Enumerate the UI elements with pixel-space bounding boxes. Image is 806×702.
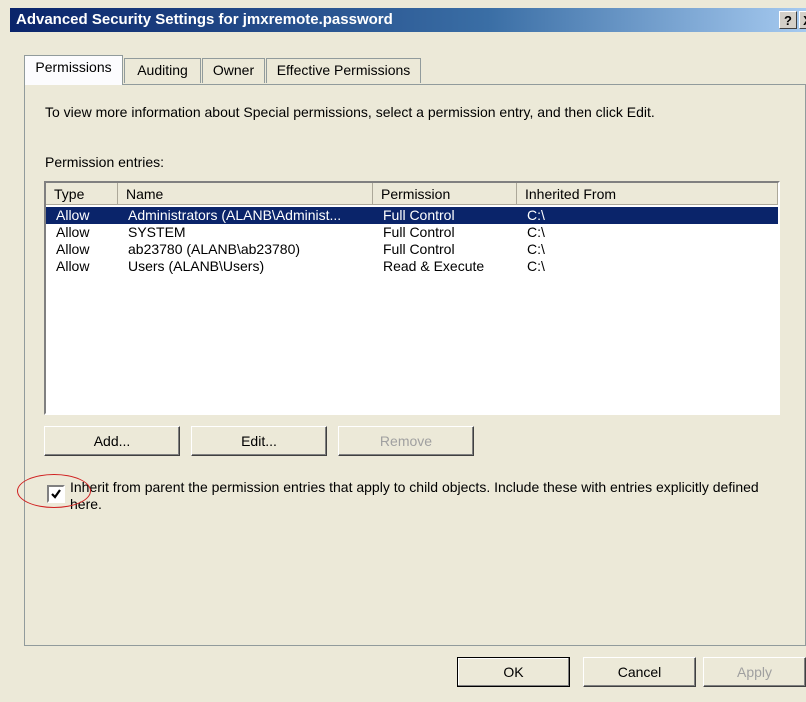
entry-inherited-from: C:\ xyxy=(527,258,545,274)
entry-inherited-from: C:\ xyxy=(527,224,545,240)
close-button[interactable]: X xyxy=(799,11,806,29)
entry-inherited-from: C:\ xyxy=(527,207,545,223)
entry-type: Allow xyxy=(56,241,90,257)
inherit-checkbox-label[interactable]: Inherit from parent the permission entri… xyxy=(70,479,790,513)
list-item[interactable]: Allow ab23780 (ALANB\ab23780) Full Contr… xyxy=(46,241,778,258)
security-settings-dialog: Advanced Security Settings for jmxremote… xyxy=(0,0,806,702)
entry-permission: Full Control xyxy=(383,224,455,240)
entry-name: SYSTEM xyxy=(128,224,186,240)
permission-entries-label: Permission entries: xyxy=(45,154,165,170)
cancel-button[interactable]: Cancel xyxy=(583,657,696,687)
entry-type: Allow xyxy=(56,258,90,274)
entry-inherited-from: C:\ xyxy=(527,241,545,257)
tab-permissions[interactable]: Permissions xyxy=(24,55,123,85)
help-button[interactable]: ? xyxy=(779,11,797,29)
column-header-permission[interactable]: Permission xyxy=(373,183,517,205)
title-bar[interactable]: Advanced Security Settings for jmxremote… xyxy=(10,8,806,32)
remove-button[interactable]: Remove xyxy=(338,426,474,456)
window-title: Advanced Security Settings for jmxremote… xyxy=(16,11,393,28)
apply-button[interactable]: Apply xyxy=(703,657,806,687)
tab-effective-permissions[interactable]: Effective Permissions xyxy=(266,58,421,83)
add-button[interactable]: Add... xyxy=(44,426,180,456)
list-header: Type Name Permission Inherited From xyxy=(46,183,778,205)
entry-name: ab23780 (ALANB\ab23780) xyxy=(128,241,301,257)
entry-type: Allow xyxy=(56,207,90,223)
entry-name: Users (ALANB\Users) xyxy=(128,258,265,274)
column-header-inherited-from[interactable]: Inherited From xyxy=(517,183,778,205)
column-header-type[interactable]: Type xyxy=(46,183,118,205)
tab-owner[interactable]: Owner xyxy=(202,58,265,83)
column-header-name[interactable]: Name xyxy=(118,183,373,205)
list-item[interactable]: Allow Users (ALANB\Users) Read & Execute… xyxy=(46,258,778,275)
entry-name: Administrators (ALANB\Administ... xyxy=(128,207,342,223)
list-item[interactable]: Allow SYSTEM Full Control C:\ xyxy=(46,224,778,241)
entry-permission: Full Control xyxy=(383,207,455,223)
red-circle-annotation xyxy=(17,474,91,508)
list-item[interactable]: Allow Administrators (ALANB\Administ... … xyxy=(46,207,778,224)
info-text: To view more information about Special p… xyxy=(45,104,655,120)
entry-permission: Read & Execute xyxy=(383,258,485,274)
entry-type: Allow xyxy=(56,224,90,240)
ok-button[interactable]: OK xyxy=(457,657,570,687)
tab-auditing[interactable]: Auditing xyxy=(124,58,201,83)
edit-button[interactable]: Edit... xyxy=(191,426,327,456)
permission-entries-list[interactable]: Type Name Permission Inherited From Allo… xyxy=(44,181,780,415)
entry-permission: Full Control xyxy=(383,241,455,257)
